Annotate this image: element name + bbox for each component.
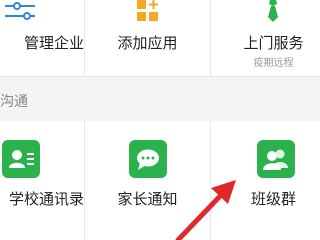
door-service-subtitle: 疫期远程 — [253, 58, 294, 69]
door-service-label: 上门服务 — [243, 34, 304, 52]
add-app-label: 添加应用 — [117, 34, 178, 52]
top-shortcuts-row: 管理企业 添加应用 上门服务 疫期远程 — [0, 0, 320, 77]
group-icon — [257, 140, 295, 178]
add-app-icon — [137, 0, 158, 21]
manage-enterprise-button[interactable]: 管理企业 — [0, 0, 84, 76]
communication-apps-row: 学校通讯录 家长通知 班级群 — [0, 121, 320, 240]
contact-card-icon — [2, 140, 40, 178]
section-title: 沟通 — [0, 94, 28, 110]
class-group-app[interactable]: 班级群 — [211, 121, 320, 240]
school-contacts-app[interactable]: 学校通讯录 — [0, 121, 84, 240]
tie-icon — [268, 0, 278, 22]
school-contacts-label: 学校通讯录 — [8, 190, 84, 208]
door-service-button[interactable]: 上门服务 疫期远程 — [211, 0, 320, 76]
parent-notice-app[interactable]: 家长通知 — [85, 121, 210, 240]
chat-bubble-icon — [129, 140, 167, 178]
class-group-label: 班级群 — [250, 190, 296, 208]
parent-notice-label: 家长通知 — [117, 190, 178, 208]
manage-enterprise-label: 管理企业 — [23, 34, 84, 52]
section-header: 沟通 — [0, 77, 320, 121]
add-app-button[interactable]: 添加应用 — [85, 0, 210, 76]
sliders-icon — [5, 2, 35, 20]
